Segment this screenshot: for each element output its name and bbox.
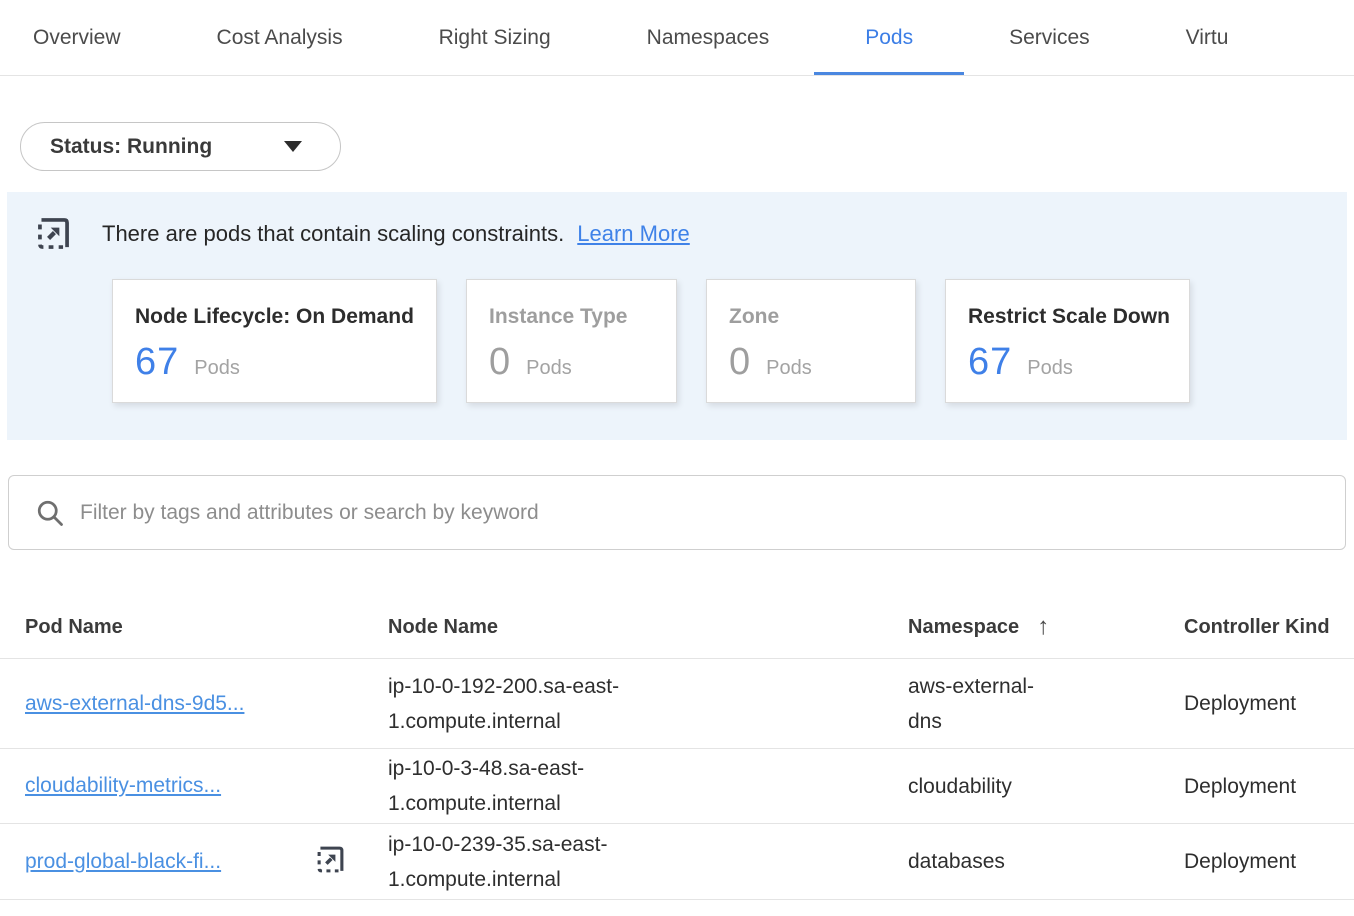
- tab-pods[interactable]: Pods: [865, 0, 913, 76]
- controller-kind-cell: Deployment: [1184, 686, 1354, 721]
- tab-bar: Overview Cost Analysis Right Sizing Name…: [0, 0, 1354, 76]
- scaling-constraints-banner: There are pods that contain scaling cons…: [7, 192, 1347, 440]
- tab-virtual[interactable]: Virtu: [1186, 0, 1229, 76]
- tab-right-sizing[interactable]: Right Sizing: [439, 0, 551, 76]
- card-count: 67: [135, 341, 179, 384]
- card-value: 0 Pods: [489, 341, 654, 384]
- card-value: 67 Pods: [135, 341, 414, 384]
- card-count: 0: [729, 341, 751, 384]
- table-row: prod-global-black-fi... ip-10-0-239-35.s…: [0, 823, 1354, 900]
- card-title: Node Lifecycle: On Demand: [135, 305, 414, 329]
- controller-kind-cell: Deployment: [1184, 844, 1354, 879]
- sort-ascending-icon: ↑: [1037, 615, 1049, 639]
- tab-cost-analysis[interactable]: Cost Analysis: [217, 0, 343, 76]
- tab-services[interactable]: Services: [1009, 0, 1090, 76]
- card-value: 0 Pods: [729, 341, 893, 384]
- card-title: Restrict Scale Down: [968, 305, 1167, 329]
- card-unit: Pods: [1027, 357, 1073, 380]
- node-name-cell: ip-10-0-3-48.sa-east-1.compute.internal: [388, 751, 658, 821]
- namespace-cell: databases: [908, 844, 1058, 879]
- card-instance-type: Instance Type 0 Pods: [466, 279, 677, 403]
- table-row: aws-external-dns-9d5... ip-10-0-192-200.…: [0, 658, 1354, 748]
- pods-table: Pod Name Node Name Namespace ↑ Controlle…: [0, 596, 1354, 900]
- card-count: 0: [489, 341, 511, 384]
- status-filter-dropdown[interactable]: Status: Running: [20, 122, 341, 171]
- card-restrict-scale-down[interactable]: Restrict Scale Down 67 Pods: [945, 279, 1190, 403]
- banner-header: There are pods that contain scaling cons…: [7, 215, 1347, 252]
- search-icon: [35, 498, 65, 528]
- card-count: 67: [968, 341, 1012, 384]
- card-title: Instance Type: [489, 305, 654, 329]
- tab-overview[interactable]: Overview: [33, 0, 121, 76]
- constraint-cards: Node Lifecycle: On Demand 67 Pods Instan…: [112, 279, 1347, 403]
- banner-message: There are pods that contain scaling cons…: [102, 221, 564, 247]
- pod-name-link[interactable]: aws-external-dns-9d5...: [25, 692, 244, 715]
- namespace-cell: aws-external-dns: [908, 669, 1058, 739]
- column-header-controller-kind[interactable]: Controller Kind: [1184, 616, 1354, 639]
- tab-namespaces[interactable]: Namespaces: [647, 0, 770, 76]
- card-zone: Zone 0 Pods: [706, 279, 916, 403]
- column-header-node-name[interactable]: Node Name: [388, 616, 658, 639]
- column-header-namespace-label: Namespace: [908, 616, 1019, 639]
- node-name-cell: ip-10-0-239-35.sa-east-1.compute.interna…: [388, 827, 658, 897]
- search-input[interactable]: [80, 501, 1323, 525]
- card-title: Zone: [729, 305, 893, 329]
- card-unit: Pods: [194, 357, 240, 380]
- scaling-constraint-icon: [35, 215, 72, 252]
- search-bar: [8, 475, 1346, 550]
- scaling-constraint-icon: [315, 862, 346, 879]
- pod-name-link[interactable]: prod-global-black-fi...: [25, 850, 221, 873]
- namespace-cell: cloudability: [908, 769, 1058, 804]
- status-filter-label: Status: Running: [50, 135, 212, 159]
- card-node-lifecycle[interactable]: Node Lifecycle: On Demand 67 Pods: [112, 279, 437, 403]
- column-header-pod-name[interactable]: Pod Name: [25, 616, 315, 639]
- table-header-row: Pod Name Node Name Namespace ↑ Controlle…: [0, 596, 1354, 658]
- pod-name-link[interactable]: cloudability-metrics...: [25, 774, 221, 797]
- card-unit: Pods: [766, 357, 812, 380]
- node-name-cell: ip-10-0-192-200.sa-east-1.compute.intern…: [388, 669, 658, 739]
- card-value: 67 Pods: [968, 341, 1167, 384]
- learn-more-link[interactable]: Learn More: [577, 221, 690, 247]
- column-header-namespace[interactable]: Namespace ↑: [908, 615, 1058, 639]
- card-unit: Pods: [526, 357, 572, 380]
- chevron-down-icon: [284, 141, 302, 152]
- table-body: aws-external-dns-9d5... ip-10-0-192-200.…: [0, 658, 1354, 900]
- controller-kind-cell: Deployment: [1184, 769, 1354, 804]
- table-row: cloudability-metrics... ip-10-0-3-48.sa-…: [0, 748, 1354, 823]
